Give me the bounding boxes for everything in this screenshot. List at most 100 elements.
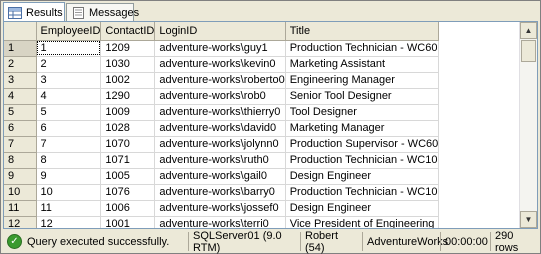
success-check-icon: ✓	[7, 234, 22, 249]
row-number-cell[interactable]: 12	[4, 216, 37, 228]
table-row[interactable]: 3 3 1002 adventure-works\roberto0 Engineerin…	[4, 72, 440, 89]
scroll-thumb[interactable]	[521, 40, 536, 62]
title-cell[interactable]: Engineering Manager	[285, 72, 440, 89]
column-header-loginid[interactable]: LoginID	[154, 22, 286, 41]
contactid-cell[interactable]: 1070	[100, 136, 156, 153]
tab-results[interactable]: Results	[3, 2, 65, 22]
loginid-cell[interactable]: adventure-works\ruth0	[154, 152, 286, 169]
tab-messages[interactable]: Messages	[66, 3, 139, 21]
column-header-title[interactable]: Title	[285, 22, 440, 41]
contactid-cell[interactable]: 1002	[100, 72, 156, 89]
results-tabs: Results Messages	[3, 2, 538, 22]
employeeid-cell[interactable]: 11	[36, 200, 102, 217]
employeeid-cell[interactable]: 9	[36, 168, 102, 185]
employeeid-cell[interactable]: 3	[36, 72, 102, 89]
title-cell[interactable]: Design Engineer	[285, 168, 440, 185]
title-cell[interactable]: Production Technician - WC10	[285, 184, 440, 201]
title-cell[interactable]: Marketing Assistant	[285, 56, 440, 73]
title-cell[interactable]: Design Engineer	[285, 200, 440, 217]
scroll-up-button[interactable]: ▲	[520, 22, 537, 39]
contactid-cell[interactable]: 1209	[100, 40, 156, 57]
contactid-cell[interactable]: 1030	[100, 56, 156, 73]
contactid-cell[interactable]: 1006	[100, 200, 156, 217]
row-number-cell[interactable]: 11	[4, 200, 37, 217]
loginid-cell[interactable]: adventure-works\david0	[154, 120, 286, 137]
loginid-cell[interactable]: adventure-works\gail0	[154, 168, 286, 185]
employeeid-cell[interactable]: 10	[36, 184, 102, 201]
loginid-cell[interactable]: adventure-works\kevin0	[154, 56, 286, 73]
employeeid-cell[interactable]: 1	[36, 40, 102, 57]
loginid-cell[interactable]: adventure-works\thierry0	[154, 104, 286, 121]
status-bar: ✓ Query executed successfully. SQLServer…	[3, 230, 538, 254]
status-database: AdventureWorks	[362, 232, 448, 251]
status-message: ✓ Query executed successfully.	[3, 232, 188, 251]
row-number-cell[interactable]: 5	[4, 104, 37, 121]
tab-messages-label: Messages	[89, 6, 140, 19]
arrow-up-icon: ▲	[524, 26, 533, 35]
column-header-contactid[interactable]: ContactID	[100, 22, 156, 41]
row-number-cell[interactable]: 4	[4, 88, 37, 105]
employeeid-cell[interactable]: 2	[36, 56, 102, 73]
table-row[interactable]: 10 10 1076 adventure-works\barry0 Production…	[4, 184, 440, 201]
employeeid-cell[interactable]: 12	[36, 216, 102, 228]
employeeid-cell[interactable]: 7	[36, 136, 102, 153]
row-number-cell[interactable]: 6	[4, 120, 37, 137]
header-row: EmployeeID ContactID LoginID Title	[4, 22, 440, 41]
table-row[interactable]: 4 4 1290 adventure-works\rob0 Senior Tool De…	[4, 88, 440, 105]
contactid-cell[interactable]: 1005	[100, 168, 156, 185]
row-number-cell[interactable]: 8	[4, 152, 37, 169]
vertical-scrollbar[interactable]: ▲ ▼	[519, 22, 537, 228]
row-number-cell[interactable]: 9	[4, 168, 37, 185]
contactid-cell[interactable]: 1076	[100, 184, 156, 201]
contactid-cell[interactable]: 1001	[100, 216, 156, 228]
table-row[interactable]: 8 8 1071 adventure-works\ruth0 Production Te…	[4, 152, 440, 169]
messages-icon	[71, 6, 85, 19]
employeeid-cell[interactable]: 8	[36, 152, 102, 169]
row-number-cell[interactable]: 7	[4, 136, 37, 153]
loginid-cell[interactable]: adventure-works\jossef0	[154, 200, 286, 217]
loginid-cell[interactable]: adventure-works\barry0	[154, 184, 286, 201]
title-cell[interactable]: Production Technician - WC60	[285, 40, 440, 57]
table-row[interactable]: 6 6 1028 adventure-works\david0 Marketing Ma…	[4, 120, 440, 137]
loginid-cell[interactable]: adventure-works\jolynn0	[154, 136, 286, 153]
table-row[interactable]: 9 9 1005 adventure-works\gail0 Design Engine…	[4, 168, 440, 185]
table-row[interactable]: 1 1 1209 adventure-works\guy1 Production Tec…	[4, 40, 440, 57]
row-number-cell[interactable]: 10	[4, 184, 37, 201]
title-cell[interactable]: Marketing Manager	[285, 120, 440, 137]
title-cell[interactable]: Production Technician - WC10	[285, 152, 440, 169]
employeeid-cell[interactable]: 5	[36, 104, 102, 121]
loginid-cell[interactable]: adventure-works\roberto0	[154, 72, 286, 89]
title-cell[interactable]: Senior Tool Designer	[285, 88, 440, 105]
grid-icon	[8, 6, 22, 19]
loginid-cell[interactable]: adventure-works\terri0	[154, 216, 286, 228]
loginid-cell[interactable]: adventure-works\rob0	[154, 88, 286, 105]
status-elapsed-time: 00:00:00	[440, 232, 490, 251]
row-number-cell[interactable]: 2	[4, 56, 37, 73]
column-header-employeeid[interactable]: EmployeeID	[36, 22, 102, 41]
row-number-cell[interactable]: 1	[4, 40, 37, 57]
scroll-down-button[interactable]: ▼	[520, 211, 537, 228]
status-message-text: Query executed successfully.	[27, 235, 170, 248]
status-user: Robert (54)	[300, 230, 362, 254]
status-server: SQLServer01 (9.0 RTM)	[188, 230, 300, 254]
title-cell[interactable]: Production Supervisor - WC60	[285, 136, 440, 153]
employeeid-cell[interactable]: 6	[36, 120, 102, 137]
table-row[interactable]: 2 2 1030 adventure-works\kevin0 Marketing As…	[4, 56, 440, 73]
contactid-cell[interactable]: 1290	[100, 88, 156, 105]
row-number-cell[interactable]: 3	[4, 72, 37, 89]
results-table: EmployeeID ContactID LoginID Title 1 1 120…	[4, 22, 440, 228]
title-cell[interactable]: Vice President of Engineering	[285, 216, 440, 228]
title-cell[interactable]: Tool Designer	[285, 104, 440, 121]
contactid-cell[interactable]: 1009	[100, 104, 156, 121]
status-row-count: 290 rows	[490, 230, 538, 254]
employeeid-cell[interactable]: 4	[36, 88, 102, 105]
table-row[interactable]: 5 5 1009 adventure-works\thierry0 Tool Desig…	[4, 104, 440, 121]
table-row[interactable]: 11 11 1006 adventure-works\jossef0 Design En…	[4, 200, 440, 217]
contactid-cell[interactable]: 1071	[100, 152, 156, 169]
results-grid[interactable]: EmployeeID ContactID LoginID Title 1 1 120…	[3, 21, 538, 229]
loginid-cell[interactable]: adventure-works\guy1	[154, 40, 286, 57]
table-row[interactable]: 7 7 1070 adventure-works\jolynn0 Production …	[4, 136, 440, 153]
table-row[interactable]: 12 12 1001 adventure-works\terri0 Vice Presi…	[4, 216, 440, 228]
row-number-header[interactable]	[4, 22, 37, 41]
contactid-cell[interactable]: 1028	[100, 120, 156, 137]
